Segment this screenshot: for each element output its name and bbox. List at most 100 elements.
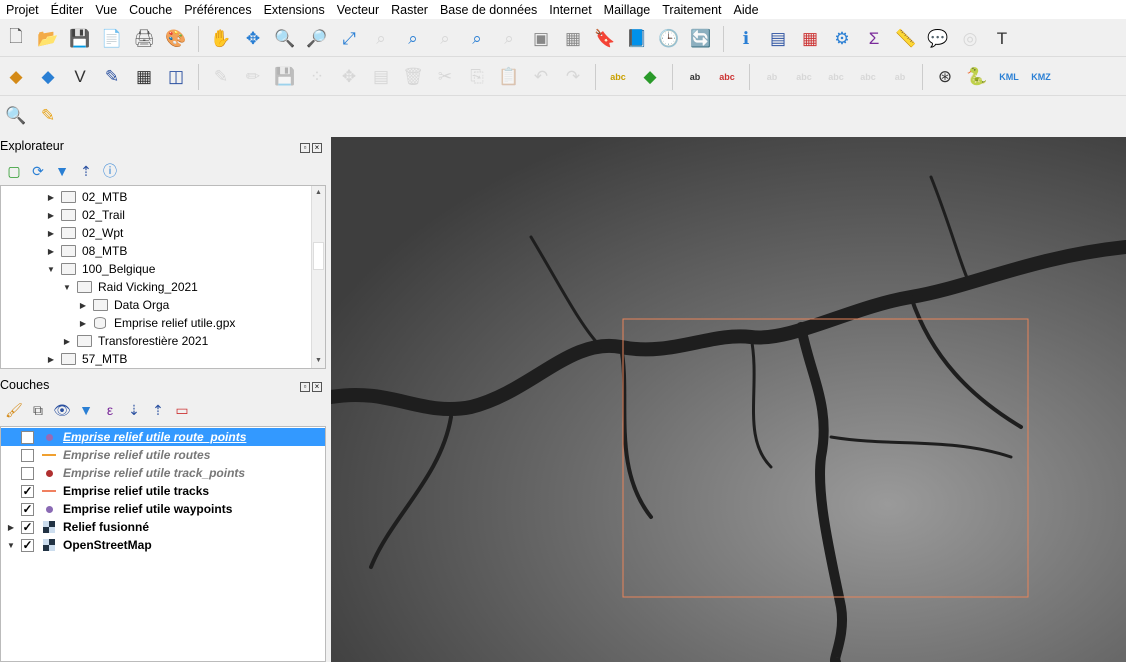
chevron-right-icon[interactable]: ▶ [45, 211, 57, 220]
delete-icon[interactable]: 🗑 [400, 64, 426, 90]
chevron-right-icon[interactable]: ▶ [45, 229, 57, 238]
explorer-item[interactable]: ▼ 100_Belgique [1, 260, 325, 278]
expand-all-icon[interactable]: ⇣ [124, 400, 144, 420]
processing-icon[interactable]: ⚙ [829, 26, 855, 52]
chevron-right-icon[interactable]: ▶ [61, 337, 73, 346]
layer-visibility-checkbox[interactable]: ✓ [21, 502, 34, 516]
chevron-down-icon[interactable]: ▼ [1, 541, 21, 550]
explorer-item[interactable]: ▶ 02_MTB [1, 188, 325, 206]
expression-filter-icon[interactable]: ε [100, 400, 120, 420]
layer-item[interactable]: ▼ ✓ OpenStreetMap [1, 536, 325, 554]
explorer-item[interactable]: ▶ 08_MTB [1, 242, 325, 260]
save-as-icon[interactable]: 📄 [99, 26, 125, 52]
menu-3[interactable]: Couche [123, 3, 178, 17]
label-show-icon[interactable]: abc [791, 64, 817, 90]
new-map-view-icon[interactable]: ▣ [528, 26, 554, 52]
layer-item[interactable]: Emprise relief utile route_points [1, 428, 325, 446]
redo-icon[interactable]: ↷ [560, 64, 586, 90]
visibility-icon[interactable]: 👁 [52, 400, 72, 420]
refresh-icon[interactable]: 🔄 [688, 26, 714, 52]
add-selected-icon[interactable]: ▢ [4, 161, 24, 181]
label-edit-icon[interactable]: ab [887, 64, 913, 90]
info-icon[interactable]: ⓘ [100, 161, 120, 181]
menu-7[interactable]: Raster [385, 3, 434, 17]
edit-pencil-icon[interactable]: ✎ [208, 64, 234, 90]
explorer-item[interactable]: ▶ Data Orga [1, 296, 325, 314]
show-bookmarks-icon[interactable]: 📘 [624, 26, 650, 52]
layer-visibility-checkbox[interactable] [21, 466, 34, 480]
menu-0[interactable]: Projet [0, 3, 45, 17]
menu-5[interactable]: Extensions [258, 3, 331, 17]
text-annotation-icon[interactable]: T [989, 26, 1015, 52]
chevron-right-icon[interactable]: ▶ [77, 301, 89, 310]
explorer-scrollbar[interactable]: ▲ ▼ [311, 186, 325, 368]
explorer-item[interactable]: ▶ 57_MTB [1, 350, 325, 368]
gps-icon[interactable]: ▦ [131, 64, 157, 90]
layer-item[interactable]: Emprise relief utile track_points [1, 464, 325, 482]
menu-6[interactable]: Vecteur [331, 3, 385, 17]
osm-plugin-icon[interactable]: ⊛ [932, 64, 958, 90]
explorer-item[interactable]: ▶ 02_Trail [1, 206, 325, 224]
layer-item[interactable]: ▶ ✓ Relief fusionné [1, 518, 325, 536]
identify-icon[interactable]: ℹ [733, 26, 759, 52]
layer-item[interactable]: ✓ Emprise relief utile tracks [1, 482, 325, 500]
menu-10[interactable]: Maillage [598, 3, 657, 17]
zoom-to-layer-icon[interactable]: ⌕ [400, 26, 426, 52]
menu-2[interactable]: Vue [89, 3, 123, 17]
explorer-item[interactable]: ▶ 02_Wpt [1, 224, 325, 242]
layer-visibility-checkbox[interactable] [21, 430, 34, 444]
layer-visibility-checkbox[interactable]: ✓ [21, 520, 34, 534]
label-abc-icon[interactable]: abc [605, 64, 631, 90]
label-pin-icon[interactable]: ab [682, 64, 708, 90]
copy-icon[interactable]: ⎘ [464, 64, 490, 90]
zoom-out-icon[interactable]: 🔎 [304, 26, 330, 52]
close-icon[interactable]: × [312, 382, 322, 392]
zoom-to-selection-icon[interactable]: ⌕ [368, 26, 394, 52]
chevron-down-icon[interactable]: ▼ [45, 265, 57, 274]
style-icon[interactable]: 🖌 [4, 400, 24, 420]
float-icon[interactable]: ▫ [300, 143, 310, 153]
explorer-item[interactable]: ▶ Transforestière 2021 [1, 332, 325, 350]
map-canvas[interactable] [331, 137, 1126, 662]
layer-item[interactable]: ✓ Emprise relief utile waypoints [1, 500, 325, 518]
label-highlight-icon[interactable]: abc [714, 64, 740, 90]
filter-legend-icon[interactable]: ▼ [76, 400, 96, 420]
menu-12[interactable]: Aide [728, 3, 765, 17]
open-project-icon[interactable]: 📂 [35, 26, 61, 52]
add-feature-icon[interactable]: ⁘ [304, 64, 330, 90]
filter-icon[interactable]: ▼ [52, 161, 72, 181]
pan-to-selection-icon[interactable]: ✥ [240, 26, 266, 52]
layer-visibility-checkbox[interactable]: ✓ [21, 538, 34, 552]
menu-11[interactable]: Traitement [656, 3, 727, 17]
digitize-icon[interactable]: V [67, 64, 93, 90]
data-source-icon[interactable]: ◆ [35, 64, 61, 90]
print-layout-icon[interactable]: 🖨 [131, 26, 157, 52]
chevron-down-icon[interactable]: ▼ [61, 283, 73, 292]
node-tool-icon[interactable]: ▤ [368, 64, 394, 90]
menu-9[interactable]: Internet [543, 3, 597, 17]
new-project-icon[interactable]: 🗋 [3, 26, 29, 52]
explorer-item[interactable]: ▶ Emprise relief utile.gpx [1, 314, 325, 332]
collapse-all-icon[interactable]: ⇡ [148, 400, 168, 420]
new-3d-view-icon[interactable]: ▦ [560, 26, 586, 52]
statistics-icon[interactable]: Σ [861, 26, 887, 52]
field-calculator-icon[interactable]: ▦ [797, 26, 823, 52]
paste-icon[interactable]: 📋 [496, 64, 522, 90]
zoom-in-icon[interactable]: 🔍 [272, 26, 298, 52]
chevron-right-icon[interactable]: ▶ [45, 355, 57, 364]
collapse-all-icon[interactable]: ⇡ [76, 161, 96, 181]
python-icon[interactable]: 🐍 [964, 64, 990, 90]
pan-icon[interactable]: ✋ [208, 26, 234, 52]
annotation-icon[interactable]: 💬 [925, 26, 951, 52]
chevron-right-icon[interactable]: ▶ [77, 319, 89, 328]
float-icon[interactable]: ▫ [300, 382, 310, 392]
save-project-icon[interactable]: 💾 [67, 26, 93, 52]
add-layer-icon[interactable]: ◆ [3, 64, 29, 90]
add-group-icon[interactable]: ⧉ [28, 400, 48, 420]
vertex-tool-icon[interactable]: ◫ [163, 64, 189, 90]
zoom-full-icon[interactable]: ⤢ [336, 26, 362, 52]
kmz-icon[interactable]: KMZ [1028, 64, 1054, 90]
remove-layer-icon[interactable]: ▭ [172, 400, 192, 420]
menu-8[interactable]: Base de données [434, 3, 543, 17]
label-move-icon[interactable]: ab [759, 64, 785, 90]
